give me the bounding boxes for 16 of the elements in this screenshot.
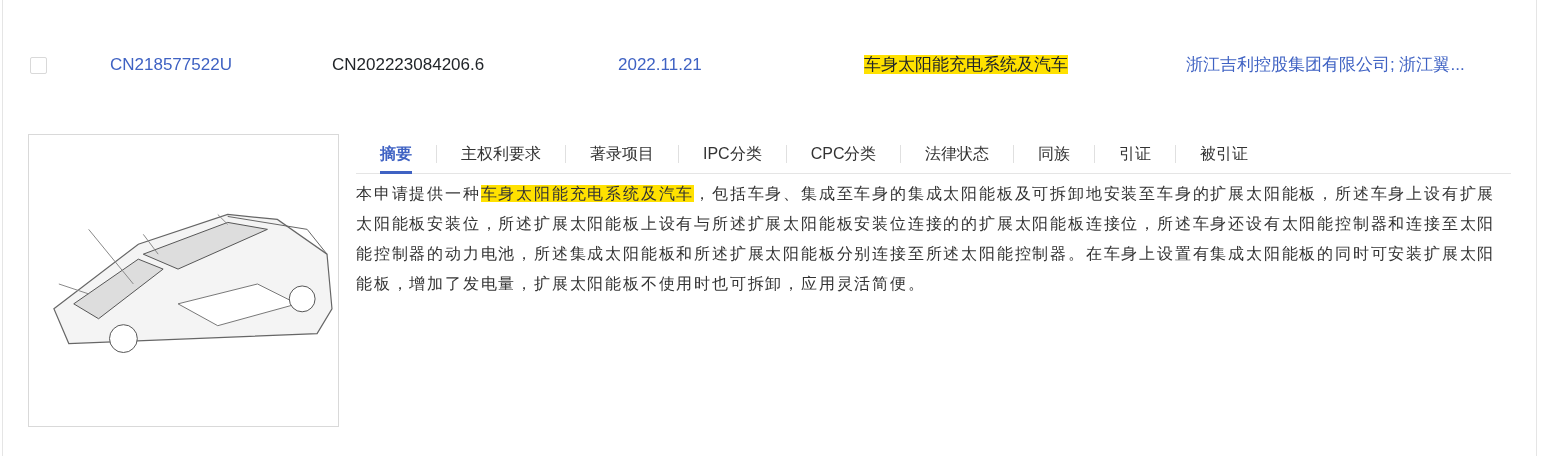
abstract-text: 本申请提供一种车身太阳能充电系统及汽车，包括车身、集成至车身的集成太阳能板及可拆卸地安装至车身的扩展太阳能板，所述车身上设有扩展太阳能板安装位，所述扩展太阳能板上设有与所述扩展太阳能板安装位连接的的扩展太阳能板连接位，所述车身还设有太阳能控制器和连接至太阳能控制器的动力电池，所述集成太阳能板和所述扩展太阳能板分别连接至所述太阳能控制器。在车身上设置有集成太阳能板的同时可安装扩展太阳能板，增加了发电量，扩展太阳能板不使用时也可拆卸，应用灵活简便。 [356, 184, 1497, 294]
tab[interactable]: 著录项目 [566, 133, 678, 174]
tab[interactable]: 主权利要求 [437, 133, 565, 174]
tab[interactable]: CPC分类 [786, 133, 901, 174]
patent-title: 车身太阳能充电系统及汽车 [864, 55, 1068, 75]
tab[interactable]: 摘要 [356, 133, 436, 174]
tab[interactable]: 同族 [1014, 133, 1095, 174]
tab[interactable]: 引证 [1095, 133, 1176, 174]
tab[interactable]: IPC分类 [679, 133, 786, 174]
publication-number-link[interactable]: CN218577522U [110, 55, 232, 75]
tab[interactable]: 被引证 [1176, 133, 1273, 174]
application-number: CN202223084206.6 [332, 55, 485, 75]
tab[interactable]: 法律状态 [901, 133, 1014, 174]
checkbox[interactable] [30, 56, 47, 74]
applicant-link[interactable]: 浙江吉利控股集团有限公司; 浙江翼... [1186, 55, 1465, 75]
date-link[interactable]: 2022.11.21 [618, 55, 702, 75]
